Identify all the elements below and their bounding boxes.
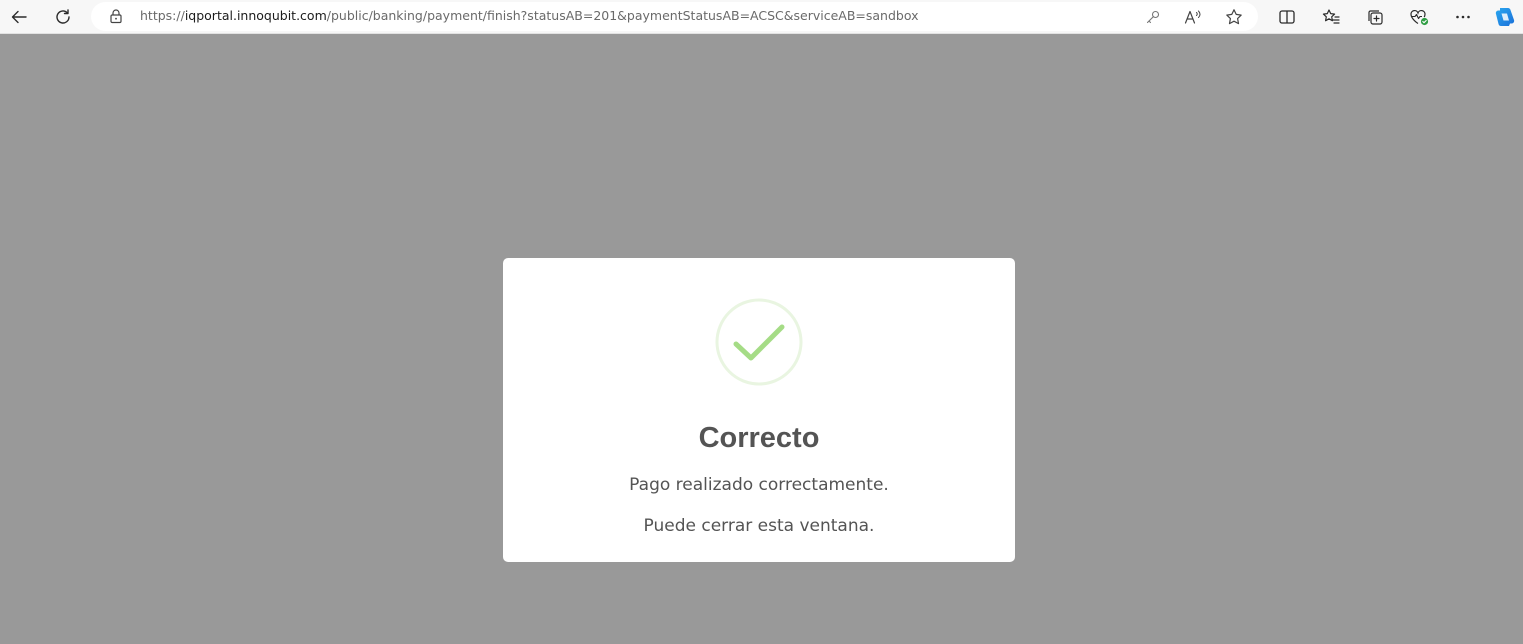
refresh-icon[interactable] (48, 2, 78, 32)
more-icon[interactable] (1448, 2, 1478, 32)
split-screen-icon[interactable] (1272, 2, 1302, 32)
lock-icon[interactable] (108, 8, 124, 24)
url-prefix: https:// (140, 8, 185, 23)
dialog-note: Puede cerrar esta ventana. (643, 516, 875, 536)
copilot-icon[interactable] (1490, 2, 1520, 32)
url-path: /public/banking/payment/finish?statusAB=… (326, 8, 919, 23)
key-icon[interactable] (1142, 6, 1164, 28)
read-aloud-icon[interactable] (1182, 6, 1204, 28)
heart-pulse-icon[interactable] (1404, 2, 1434, 32)
address-bar[interactable]: https://iqportal.innoqubit.com/public/ba… (91, 2, 1258, 31)
dialog-message: Pago realizado correctamente. (629, 475, 889, 495)
success-dialog: Correcto Pago realizado correctamente. P… (503, 258, 1015, 562)
url-domain: iqportal.innoqubit.com (184, 8, 327, 23)
url-text[interactable]: https://iqportal.innoqubit.com/public/ba… (140, 8, 919, 24)
success-check-icon (715, 298, 803, 386)
favorites-icon[interactable] (1316, 2, 1346, 32)
collections-icon[interactable] (1360, 2, 1390, 32)
star-icon[interactable] (1223, 6, 1245, 28)
back-arrow-icon[interactable] (4, 2, 34, 32)
dialog-title: Correcto (698, 422, 820, 454)
browser-toolbar: https://iqportal.innoqubit.com/public/ba… (0, 0, 1523, 34)
